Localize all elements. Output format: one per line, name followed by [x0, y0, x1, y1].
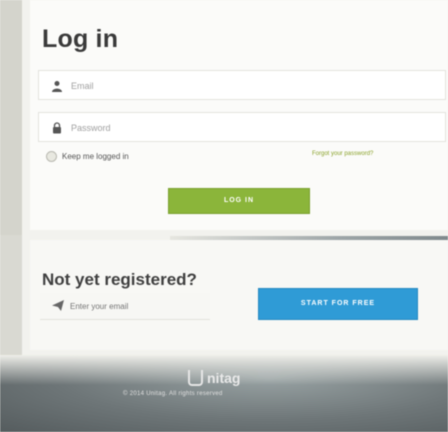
unitag-logo-icon	[188, 370, 203, 386]
register-email-field[interactable]	[40, 293, 210, 320]
register-title: Not yet registered?	[42, 270, 197, 289]
remember-me[interactable]: Keep me logged in	[46, 151, 129, 162]
copyright-text: © 2014 Unitag. All rights reserved	[123, 391, 223, 397]
left-rail-top	[0, 0, 22, 235]
forgot-password-link[interactable]: Forgot your password?	[312, 151, 373, 157]
login-button[interactable]: LOG IN	[168, 188, 310, 214]
login-panel: Log in Keep me logged in Forgot your pas…	[30, 0, 448, 230]
paper-plane-icon	[52, 300, 64, 311]
start-for-free-button[interactable]: START FOR FREE	[258, 288, 418, 320]
logo-text: nitag	[207, 370, 241, 386]
email-input[interactable]	[69, 77, 433, 95]
footer: nitag © 2014 Unitag. All rights reserved	[0, 355, 448, 432]
login-title: Log in	[42, 25, 119, 53]
password-input[interactable]	[69, 119, 433, 137]
lock-icon	[53, 122, 61, 134]
password-field[interactable]	[38, 112, 446, 142]
user-icon	[52, 81, 62, 92]
email-field[interactable]	[38, 70, 446, 100]
register-panel: Not yet registered? START FOR FREE	[30, 240, 448, 350]
login-page: Log in Keep me logged in Forgot your pas…	[0, 0, 448, 432]
unitag-logo[interactable]: nitag	[188, 370, 240, 386]
remember-checkbox[interactable]	[46, 151, 57, 162]
register-email-input[interactable]	[68, 298, 207, 314]
remember-label: Keep me logged in	[62, 152, 129, 161]
